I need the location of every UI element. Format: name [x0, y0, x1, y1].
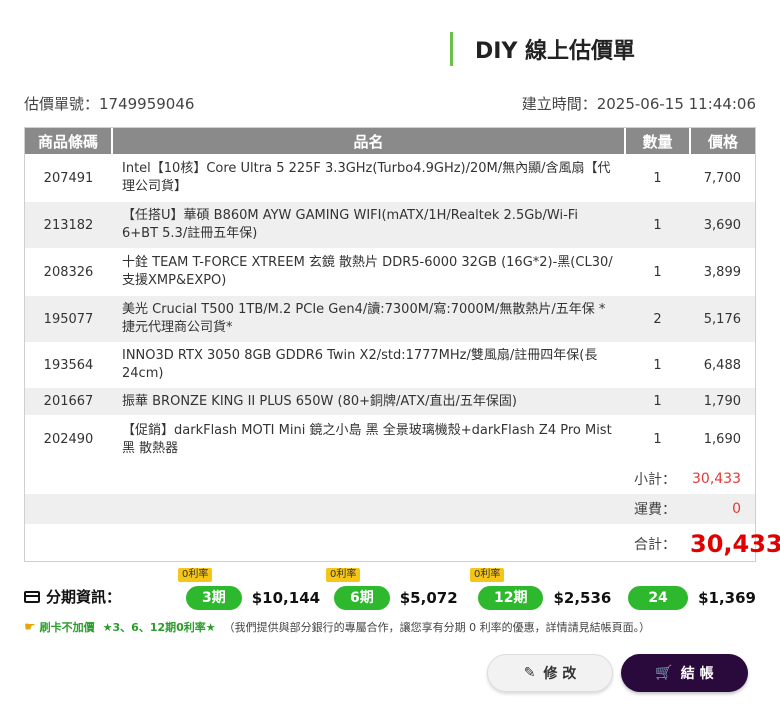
- edit-button-label: 修 改: [543, 666, 577, 682]
- installment-plan-6[interactable]: 0利率 6期 $5,072: [326, 568, 458, 610]
- installment-amount: $10,144: [251, 589, 321, 607]
- item-qty: 1: [653, 432, 662, 447]
- item-name[interactable]: 美光 Crucial T500 1TB/M.2 PCIe Gen4/讀:7300…: [112, 296, 625, 342]
- checkout-button-label: 結 帳: [680, 666, 714, 682]
- edit-button[interactable]: ✎ 修 改: [487, 654, 613, 692]
- item-name[interactable]: 振華 BRONZE KING II PLUS 650W (80+銅牌/ATX/直…: [112, 388, 625, 415]
- installment-term: 12期: [478, 586, 544, 610]
- shipping-row: 運費： 0: [25, 494, 755, 524]
- item-qty: 1: [625, 202, 690, 248]
- total-label: 合計：: [634, 537, 676, 553]
- table-row: 193564 INNO3D RTX 3050 8GB GDDR6 Twin X2…: [25, 342, 755, 388]
- table-row: 213182 【任搭U】華碩 B860M AYW GAMING WIFI(mAT…: [25, 202, 755, 248]
- total-value: 30,433: [690, 530, 780, 558]
- note-text: （我們提供與部分銀行的專屬合作，讓您享有分期 0 利率的優惠，詳情請見結帳頁面。…: [223, 621, 651, 634]
- item-name[interactable]: 【任搭U】華碩 B860M AYW GAMING WIFI(mATX/1H/Re…: [112, 202, 625, 248]
- zero-interest-badge: 0利率: [470, 568, 505, 582]
- installment-term: 3期: [186, 586, 242, 610]
- item-code: 208326: [43, 264, 94, 280]
- quote-table: 商品條碼 品名 數量 價格 207491 Intel【10核】Core Ultr…: [25, 128, 780, 564]
- installment-plan-12[interactable]: 0利率 12期 $2,536: [470, 568, 612, 610]
- subtotal-row: 小計： 30,433: [25, 464, 755, 494]
- installment-amount: $5,072: [399, 589, 458, 607]
- quote-table-box: 商品條碼 品名 數量 價格 207491 Intel【10核】Core Ultr…: [24, 127, 780, 564]
- installment-amount: $2,536: [553, 589, 612, 607]
- installment-section: 分期資訊： 0利率 3期 $10,144 0利率 6期 $5,072 0利率 1…: [24, 568, 756, 630]
- table-row: 207491 Intel【10核】Core Ultra 5 225F 3.3GH…: [25, 154, 755, 202]
- pointing-hand-icon: ☛: [24, 619, 36, 635]
- installment-note: ☛ 刷卡不加價 ★3、6、12期0利率★ （我們提供與部分銀行的專屬合作，讓您享…: [24, 619, 650, 635]
- item-name[interactable]: INNO3D RTX 3050 8GB GDDR6 Twin X2/std:17…: [112, 342, 625, 388]
- item-qty: 1: [653, 170, 662, 186]
- item-code: 195077: [25, 296, 112, 342]
- item-qty: 2: [625, 296, 690, 342]
- page-title-block: DIY 線上估價單: [450, 32, 635, 66]
- item-name[interactable]: Intel【10核】Core Ultra 5 225F 3.3GHz(Turbo…: [112, 154, 625, 202]
- item-code: 213182: [25, 202, 112, 248]
- table-row: 201667 振華 BRONZE KING II PLUS 650W (80+銅…: [25, 388, 755, 415]
- item-qty: 1: [625, 388, 690, 415]
- table-row: 195077 美光 Crucial T500 1TB/M.2 PCIe Gen4…: [25, 296, 755, 342]
- col-header-name: 品名: [112, 128, 626, 154]
- subtotal-value: 30,433: [692, 471, 741, 487]
- credit-card-icon: [24, 590, 40, 603]
- installment-amount: $1,369: [698, 589, 756, 607]
- created-time: 建立時間：2025-06-15 11:44:06: [521, 95, 756, 113]
- item-code: 201667: [25, 388, 112, 415]
- col-header-qty: 數量: [625, 128, 691, 154]
- quote-meta: 估價單號：1749959046 建立時間：2025-06-15 11:44:06: [24, 93, 756, 114]
- item-price: 5,176: [690, 296, 755, 342]
- item-code: 193564: [43, 357, 94, 373]
- installment-title-text: 分期資訊：: [46, 588, 122, 606]
- shipping-label: 運費：: [25, 494, 690, 524]
- installment-title: 分期資訊：: [24, 586, 121, 607]
- cart-icon: 🛒: [655, 665, 673, 681]
- item-price: 7,700: [703, 170, 741, 186]
- note-highlight: ★3、6、12期0利率★: [102, 621, 216, 634]
- table-header-row: 商品條碼 品名 數量 價格: [25, 128, 755, 154]
- total-row: 合計： 30,433: [25, 524, 780, 564]
- title-accent-bar: [450, 32, 453, 66]
- zero-interest-badge: 0利率: [326, 568, 361, 582]
- col-header-code: 商品條碼: [25, 128, 113, 154]
- item-price: 1,790: [690, 388, 755, 415]
- pencil-icon: ✎: [523, 665, 536, 681]
- checkout-button[interactable]: 🛒 結 帳: [621, 654, 748, 692]
- item-qty: 1: [653, 357, 662, 373]
- quote-number: 估價單號：1749959046: [24, 95, 195, 113]
- col-header-price: 價格: [690, 128, 755, 154]
- installment-plan-3[interactable]: 0利率 3期 $10,144: [178, 568, 321, 610]
- shipping-value: 0: [690, 494, 755, 524]
- item-price: 1,690: [703, 432, 741, 447]
- item-code: 207491: [43, 170, 94, 186]
- item-qty: 1: [653, 264, 662, 280]
- zero-interest-badge: 0利率: [178, 568, 213, 582]
- item-price: 6,488: [703, 357, 741, 373]
- table-row: 208326 十銓 TEAM T-FORCE XTREEM 玄鏡 散熱片 DDR…: [25, 248, 755, 296]
- item-code: 202490: [43, 432, 94, 447]
- table-row: 202490 【促銷】darkFlash MOTI Mini 鏡之小島 黑 全景…: [25, 415, 755, 464]
- item-price: 3,690: [690, 202, 755, 248]
- installment-term: 6期: [334, 586, 390, 610]
- item-name[interactable]: 【促銷】darkFlash MOTI Mini 鏡之小島 黑 全景玻璃機殼+da…: [112, 415, 625, 464]
- installment-plan-24[interactable]: 24期 $1,369: [628, 586, 756, 630]
- item-price: 3,899: [703, 264, 741, 280]
- installment-term: 24期: [628, 586, 689, 630]
- item-name[interactable]: 十銓 TEAM T-FORCE XTREEM 玄鏡 散熱片 DDR5-6000 …: [112, 248, 625, 296]
- note-tag: 刷卡不加價: [39, 621, 95, 634]
- page-title: DIY 線上估價單: [475, 39, 636, 64]
- subtotal-label: 小計：: [634, 472, 676, 488]
